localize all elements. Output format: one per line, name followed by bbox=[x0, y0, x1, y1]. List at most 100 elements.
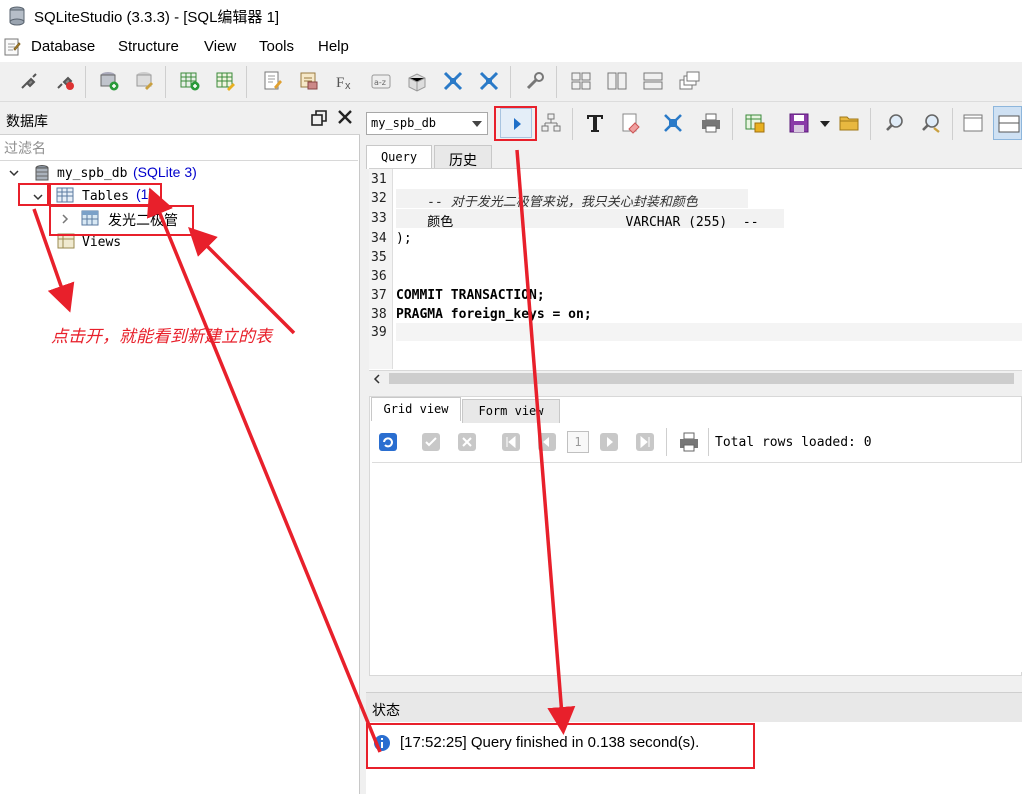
highlight-box-tables bbox=[49, 183, 162, 206]
toolbar-separator bbox=[572, 108, 573, 140]
toolbar-separator bbox=[246, 66, 247, 98]
print-icon[interactable] bbox=[700, 112, 722, 134]
config-wrench-icon[interactable] bbox=[524, 70, 546, 92]
format-sql-icon[interactable] bbox=[584, 112, 606, 134]
next-page-icon bbox=[600, 433, 618, 451]
disconnect-icon[interactable] bbox=[54, 70, 76, 92]
line-number: 39 bbox=[371, 325, 387, 340]
refresh-icon[interactable] bbox=[378, 432, 398, 452]
last-page-icon bbox=[636, 433, 654, 451]
find-icon[interactable] bbox=[884, 112, 906, 134]
highlight-box-status bbox=[366, 723, 755, 769]
highlight-box-execute bbox=[494, 106, 537, 141]
line-number: 33 bbox=[371, 211, 387, 226]
menu-database[interactable]: Database bbox=[31, 38, 95, 55]
open-sql-icon[interactable] bbox=[298, 70, 320, 92]
toolbar-separator bbox=[666, 428, 667, 456]
code-line: COMMIT TRANSACTION; bbox=[396, 288, 545, 303]
highlight-box-expand bbox=[18, 183, 49, 206]
expand-icon[interactable] bbox=[478, 70, 500, 92]
database-type-label: (SQLite 3) bbox=[133, 164, 197, 180]
float-dock-icon[interactable] bbox=[311, 110, 327, 126]
open-folder-icon[interactable] bbox=[838, 112, 860, 134]
panel-split-icon bbox=[998, 115, 1020, 133]
status-title: 状态 bbox=[372, 703, 400, 719]
tile-vertical-icon[interactable] bbox=[642, 70, 664, 92]
collation-icon[interactable]: a-z bbox=[370, 70, 392, 92]
rollback-icon bbox=[458, 433, 476, 451]
line-number: 34 bbox=[371, 231, 387, 246]
first-page-icon bbox=[502, 433, 520, 451]
toolbar-separator bbox=[510, 66, 511, 98]
highlight-box-table-item bbox=[49, 205, 194, 236]
create-view-icon[interactable] bbox=[744, 112, 766, 134]
database-app-icon bbox=[9, 6, 25, 26]
code-line: PRAGMA foreign_keys = on; bbox=[396, 307, 592, 322]
views-node[interactable]: Views bbox=[82, 235, 121, 257]
menu-view[interactable]: View bbox=[204, 38, 236, 55]
panel-split-button[interactable] bbox=[993, 106, 1022, 140]
line-number: 32 bbox=[371, 191, 387, 206]
page-number-input[interactable]: 1 bbox=[567, 431, 589, 453]
find-replace-icon[interactable] bbox=[920, 112, 942, 134]
edit-table-icon[interactable] bbox=[215, 70, 237, 92]
toolbar-separator bbox=[165, 66, 166, 98]
annotation-text: 点击开，就能看到新建立的表 bbox=[51, 327, 272, 347]
tile-horizontal-icon[interactable] bbox=[606, 70, 628, 92]
tab-query[interactable]: Query bbox=[366, 145, 432, 169]
save-icon[interactable] bbox=[788, 112, 810, 134]
chevron-left-icon[interactable] bbox=[372, 374, 382, 384]
extension-icon[interactable] bbox=[406, 70, 428, 92]
add-database-icon[interactable] bbox=[98, 70, 120, 92]
sql-structure-icon[interactable] bbox=[662, 112, 684, 134]
toolbar-separator bbox=[732, 108, 733, 140]
results-grid[interactable] bbox=[372, 462, 1022, 672]
tab-grid-view[interactable]: Grid view bbox=[371, 397, 461, 421]
status-header bbox=[366, 692, 1022, 722]
add-table-icon[interactable] bbox=[179, 70, 201, 92]
panel-single-icon[interactable] bbox=[962, 112, 984, 134]
horizontal-scrollbar[interactable] bbox=[369, 370, 1022, 386]
chevron-down-icon[interactable] bbox=[472, 121, 482, 127]
chevron-down-icon[interactable] bbox=[8, 167, 20, 179]
total-rows-label: Total rows loaded: 0 bbox=[715, 435, 872, 450]
tab-history[interactable]: 历史 bbox=[434, 145, 492, 169]
window-title: SQLiteStudio (3.3.3) - [SQL编辑器 1] bbox=[34, 9, 280, 26]
svg-text:x: x bbox=[345, 80, 351, 92]
database-select[interactable]: my_spb_db bbox=[366, 112, 488, 135]
line-number: 36 bbox=[371, 269, 387, 284]
toolbar-separator bbox=[708, 428, 709, 456]
print-icon[interactable] bbox=[678, 431, 700, 453]
line-number: 38 bbox=[371, 307, 387, 322]
chevron-down-icon[interactable] bbox=[820, 121, 830, 127]
toolbar-separator bbox=[85, 66, 86, 98]
sql-editor-icon[interactable] bbox=[262, 70, 284, 92]
tile-window-icon[interactable] bbox=[570, 70, 592, 92]
current-line-highlight bbox=[396, 323, 1022, 341]
menu-help[interactable]: Help bbox=[318, 38, 349, 55]
toolbar-separator bbox=[556, 66, 557, 98]
collapse-icon[interactable] bbox=[442, 70, 464, 92]
menu-tools[interactable]: Tools bbox=[259, 38, 294, 55]
cascade-icon[interactable] bbox=[678, 70, 700, 92]
clear-editor-icon[interactable] bbox=[620, 112, 642, 134]
code-line: ); bbox=[396, 231, 412, 246]
edit-database-icon[interactable] bbox=[134, 70, 156, 92]
line-number: 37 bbox=[371, 288, 387, 303]
code-line: 颜色 VARCHAR (255) -- bbox=[396, 215, 759, 230]
svg-text:F: F bbox=[336, 75, 344, 91]
scrollbar-thumb[interactable] bbox=[389, 373, 1014, 384]
function-icon[interactable]: Fx bbox=[334, 70, 356, 92]
line-number: 31 bbox=[371, 172, 387, 187]
commit-icon bbox=[422, 433, 440, 451]
toolbar-separator bbox=[870, 108, 871, 140]
explain-plan-icon[interactable] bbox=[540, 112, 562, 134]
database-dock-header bbox=[0, 103, 360, 135]
database-dock-title: 数据库 bbox=[6, 114, 48, 130]
connect-icon[interactable] bbox=[18, 70, 40, 92]
tab-form-view[interactable]: Form view bbox=[462, 399, 560, 423]
close-dock-icon[interactable] bbox=[336, 108, 354, 126]
filter-input[interactable] bbox=[0, 137, 358, 161]
menu-structure[interactable]: Structure bbox=[118, 38, 179, 55]
svg-text:a-z: a-z bbox=[374, 78, 386, 87]
